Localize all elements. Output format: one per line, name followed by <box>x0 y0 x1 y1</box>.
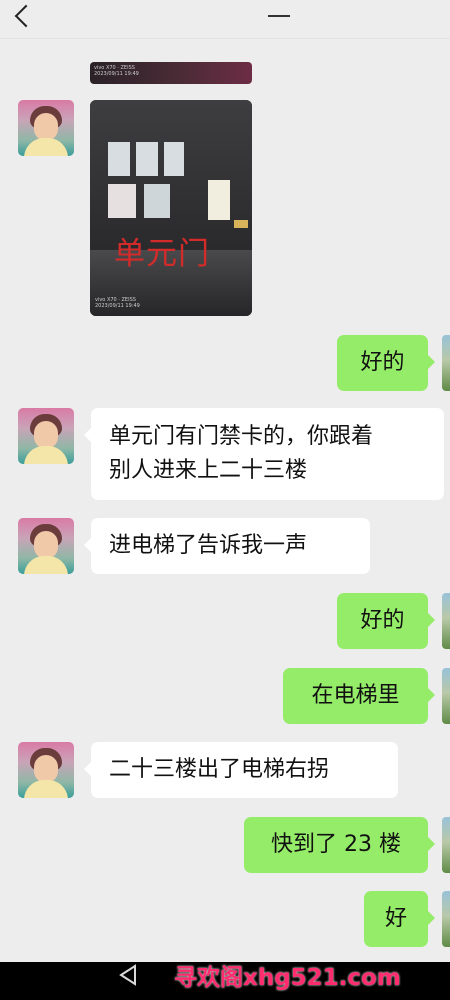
message-bubble-incoming[interactable]: 二十三楼出了电梯右拐 <box>84 742 398 798</box>
message-bubble-outgoing[interactable]: 好的 <box>337 335 435 391</box>
message-bubble-incoming[interactable]: 进电梯了告诉我一声 <box>84 518 370 574</box>
message-line: 单元门有门禁卡的，你跟着 <box>109 424 374 449</box>
message-bubble-outgoing[interactable]: 快到了 23 楼 <box>244 817 435 873</box>
avatar[interactable] <box>18 518 74 574</box>
image-message-partial[interactable]: vivo X70 · ZEISS 2023/09/11 19:49 <box>90 62 252 84</box>
avatar[interactable] <box>18 742 74 798</box>
site-watermark: 寻欢阁xhg521.com <box>174 965 401 991</box>
message-bubble-outgoing[interactable]: 好的 <box>337 593 435 649</box>
message-bubble-outgoing[interactable]: 在电梯里 <box>283 668 435 724</box>
chat-header <box>0 0 450 39</box>
photo-watermark: vivo X70 · ZEISS 2023/09/11 19:49 <box>94 65 139 77</box>
photo-caption: 单元门 <box>114 236 210 272</box>
image-message[interactable]: 单元门 vivo X70 · ZEISS 2023/09/11 19:49 <box>90 100 252 316</box>
message-bubble-incoming[interactable]: 单元门有门禁卡的，你跟着 别人进来上二十三楼 <box>84 408 444 500</box>
self-avatar[interactable] <box>442 817 450 873</box>
self-avatar[interactable] <box>442 891 450 947</box>
triangle-back-icon[interactable] <box>118 964 138 986</box>
avatar[interactable] <box>18 100 74 156</box>
self-avatar[interactable] <box>442 335 450 391</box>
chat-title <box>268 13 308 27</box>
message-line: 别人进来上二十三楼 <box>109 458 308 483</box>
chat-title-fragment <box>268 15 290 29</box>
self-avatar[interactable] <box>442 668 450 724</box>
photo-watermark: vivo X70 · ZEISS 2023/09/11 19:49 <box>95 297 140 309</box>
chevron-left-icon[interactable] <box>14 4 38 28</box>
self-avatar[interactable] <box>442 593 450 649</box>
avatar[interactable] <box>18 408 74 464</box>
message-bubble-outgoing[interactable]: 好 <box>364 891 435 947</box>
